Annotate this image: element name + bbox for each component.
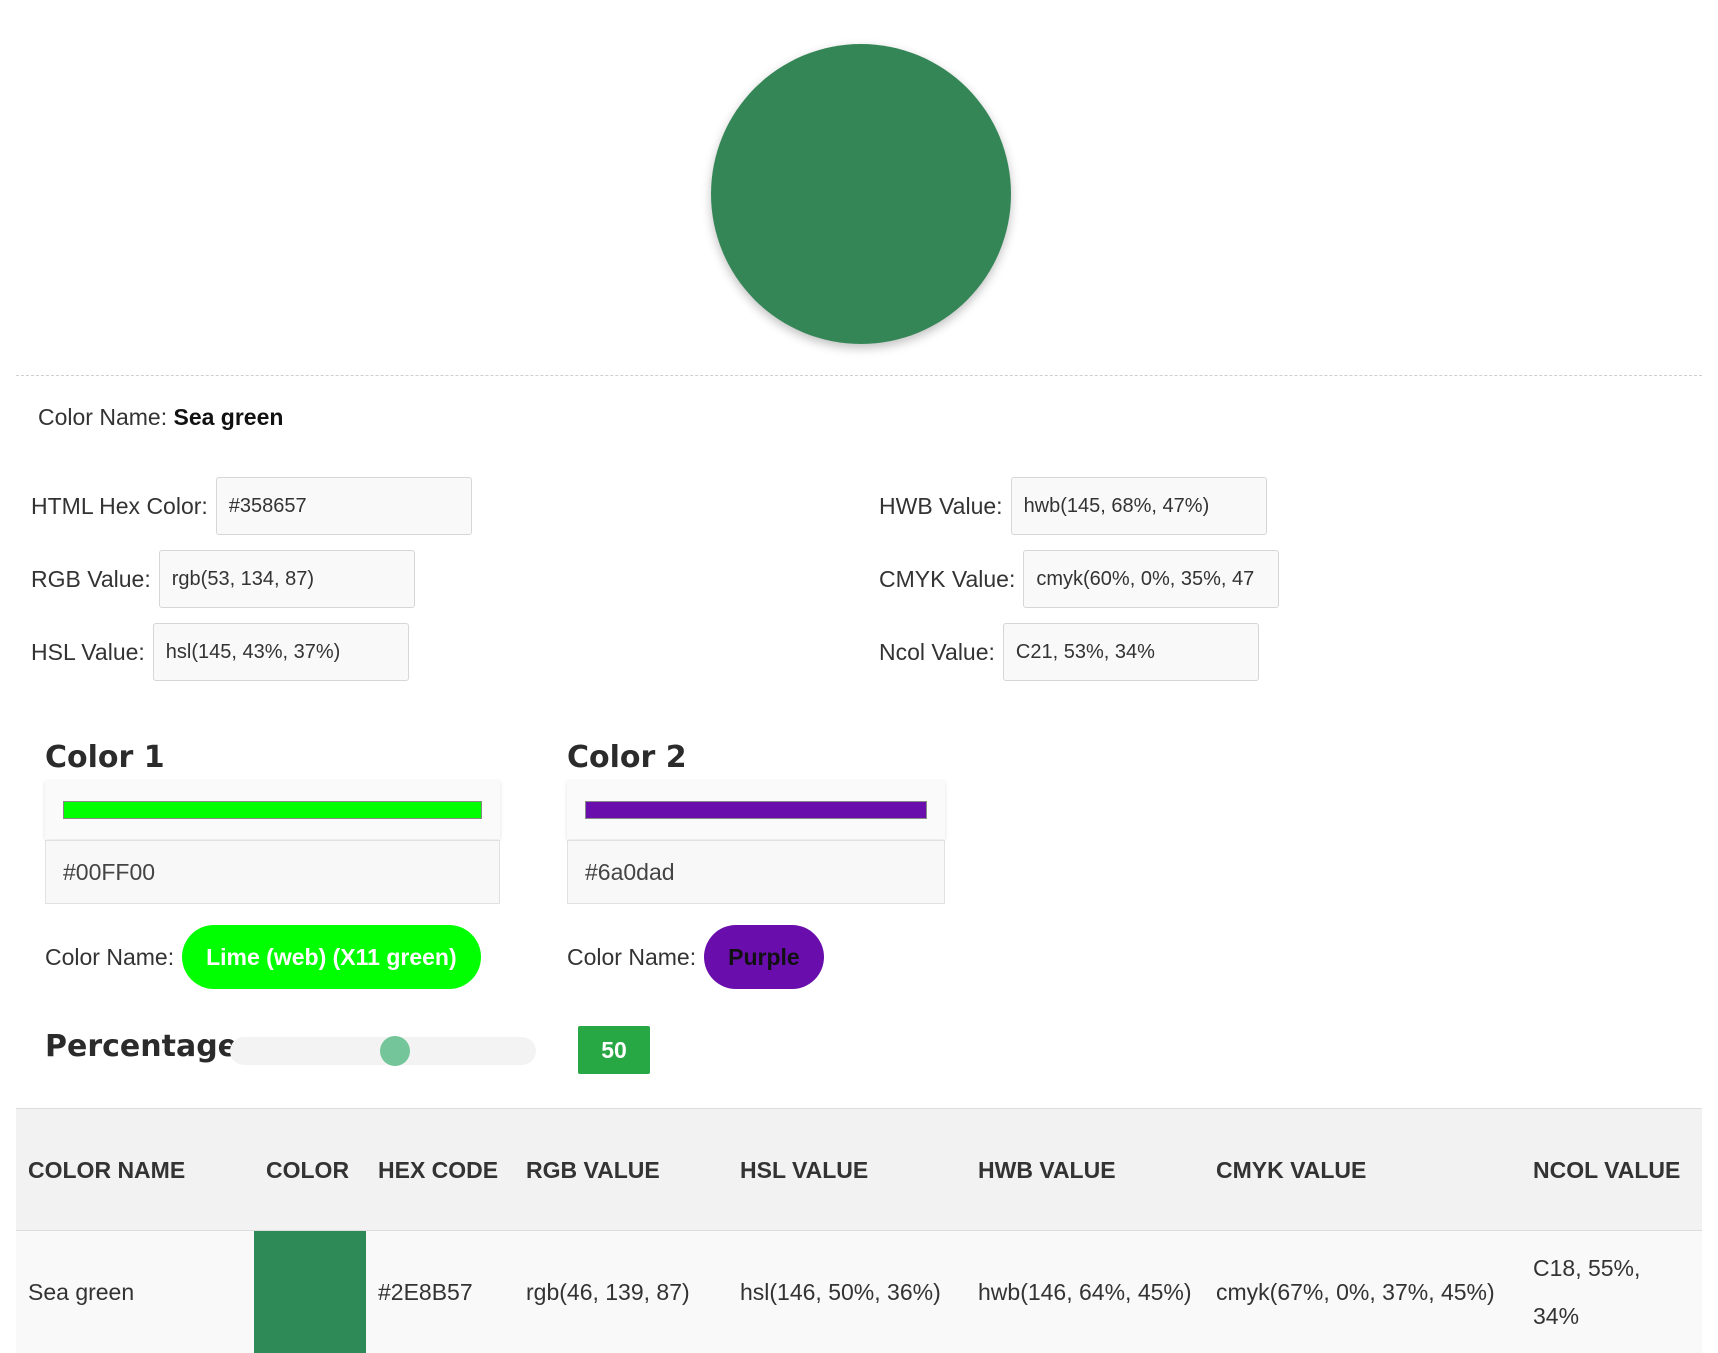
ncol-field-row: Ncol Value: bbox=[879, 623, 1259, 681]
hwb-label: HWB Value: bbox=[879, 492, 1003, 519]
color1-name-label: Color Name: bbox=[45, 943, 175, 970]
percentage-slider-thumb[interactable] bbox=[380, 1036, 410, 1066]
color-preview-circle bbox=[711, 44, 1011, 344]
col-header-ncol-value: NCOL VALUE bbox=[1521, 1108, 1702, 1231]
color1-swatch[interactable] bbox=[63, 801, 482, 819]
rgb-value-input[interactable] bbox=[158, 550, 415, 608]
col-header-color: COLOR bbox=[254, 1108, 366, 1231]
cell-color-swatch bbox=[254, 1230, 366, 1353]
cmyk-label: CMYK Value: bbox=[879, 565, 1016, 592]
hsl-field-row: HSL Value: bbox=[31, 623, 409, 681]
color2-title: Color 2 bbox=[567, 740, 687, 775]
col-header-rgb-value: RGB VALUE bbox=[514, 1108, 728, 1231]
color-table: COLOR NAME COLOR HEX CODE RGB VALUE HSL … bbox=[16, 1108, 1702, 1353]
cell-hwb-value: hwb(146, 64%, 45%) bbox=[966, 1230, 1204, 1353]
ncol-value-input[interactable] bbox=[1002, 623, 1259, 681]
col-header-hwb-value: HWB VALUE bbox=[966, 1108, 1204, 1231]
cmyk-field-row: CMYK Value: bbox=[879, 550, 1280, 608]
color2-picker[interactable] bbox=[567, 781, 945, 839]
section-divider bbox=[16, 375, 1702, 376]
col-header-hsl-value: HSL VALUE bbox=[728, 1108, 966, 1231]
percentage-label: Percentage bbox=[45, 1029, 239, 1064]
rgb-label: RGB Value: bbox=[31, 565, 151, 592]
hex-value-input[interactable] bbox=[215, 477, 472, 535]
hwb-field-row: HWB Value: bbox=[879, 477, 1267, 535]
color2-hex-input[interactable] bbox=[567, 840, 945, 904]
color1-name-line: Color Name: Lime (web) (X11 green) bbox=[45, 925, 481, 989]
cell-hex-code: #2E8B57 bbox=[366, 1230, 514, 1353]
cell-hsl-value: hsl(146, 50%, 36%) bbox=[728, 1230, 966, 1353]
color1-title: Color 1 bbox=[45, 740, 165, 775]
hsl-label: HSL Value: bbox=[31, 638, 145, 665]
hex-label: HTML Hex Color: bbox=[31, 492, 208, 519]
col-header-hex-code: HEX CODE bbox=[366, 1108, 514, 1231]
color2-name-pill: Purple bbox=[704, 925, 824, 989]
hwb-value-input[interactable] bbox=[1010, 477, 1267, 535]
color-name-label: Color Name: bbox=[38, 404, 174, 430]
color1-hex-input[interactable] bbox=[45, 840, 500, 904]
cell-cmyk-value: cmyk(67%, 0%, 37%, 45%) bbox=[1204, 1230, 1521, 1353]
rgb-field-row: RGB Value: bbox=[31, 550, 415, 608]
color1-name-pill: Lime (web) (X11 green) bbox=[182, 925, 481, 989]
percentage-value-badge: 50 bbox=[578, 1026, 650, 1074]
ncol-label: Ncol Value: bbox=[879, 638, 995, 665]
col-header-cmyk-value: CMYK VALUE bbox=[1204, 1108, 1521, 1231]
color2-name-line: Color Name: Purple bbox=[567, 925, 824, 989]
table-row: Sea green #2E8B57 rgb(46, 139, 87) hsl(1… bbox=[16, 1230, 1702, 1353]
cell-rgb-value: rgb(46, 139, 87) bbox=[514, 1230, 728, 1353]
col-header-color-name: COLOR NAME bbox=[16, 1108, 254, 1231]
hex-field-row: HTML Hex Color: bbox=[31, 477, 472, 535]
color2-swatch[interactable] bbox=[585, 801, 927, 819]
color-name-line: Color Name: Sea green bbox=[38, 404, 283, 431]
color1-picker[interactable] bbox=[45, 781, 500, 839]
hsl-value-input[interactable] bbox=[152, 623, 409, 681]
color-name-value: Sea green bbox=[173, 404, 284, 430]
cell-color-name: Sea green bbox=[16, 1230, 254, 1353]
cmyk-value-input[interactable] bbox=[1023, 550, 1280, 608]
color2-name-label: Color Name: bbox=[567, 943, 697, 970]
cell-ncol-value: C18, 55%, 34% bbox=[1521, 1230, 1702, 1353]
table-header-row: COLOR NAME COLOR HEX CODE RGB VALUE HSL … bbox=[16, 1108, 1702, 1231]
